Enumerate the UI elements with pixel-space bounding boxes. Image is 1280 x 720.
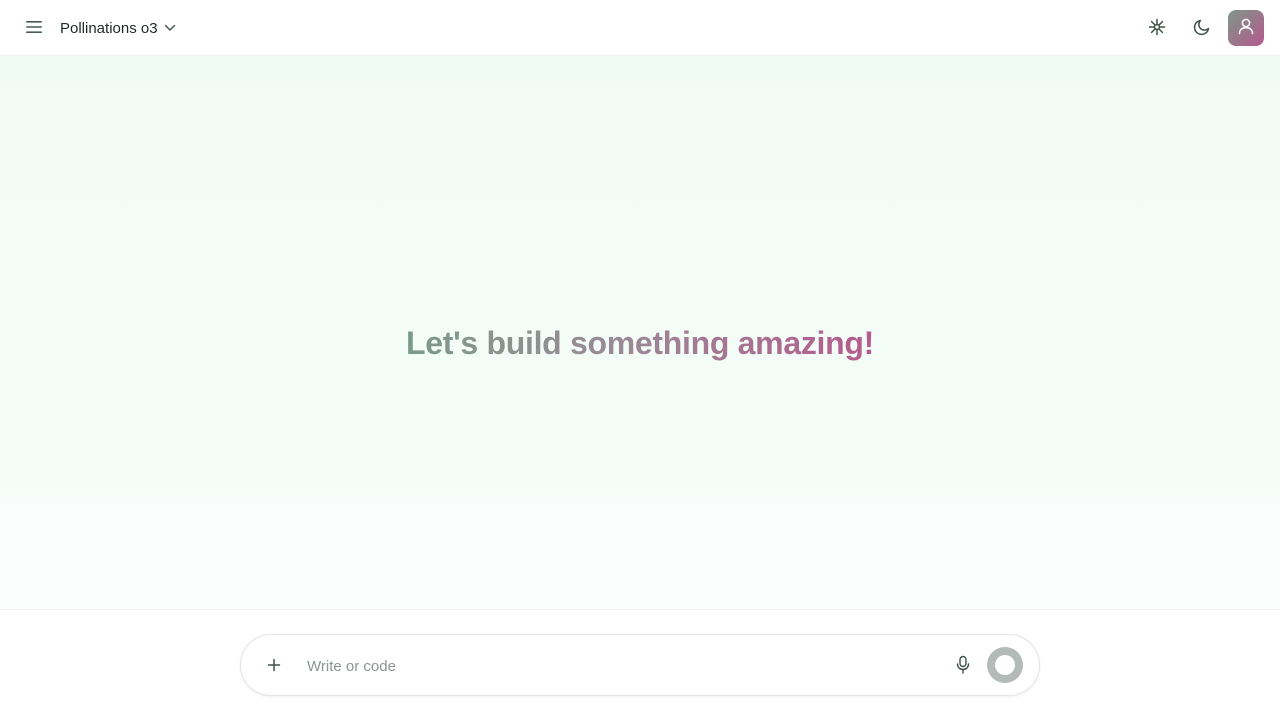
chat-area: Let's build something amazing!: [0, 56, 1280, 610]
top-bar: Pollinations o3: [0, 0, 1280, 56]
moon-icon: [1193, 18, 1211, 39]
spark-button[interactable]: [1141, 12, 1173, 44]
user-icon: [1237, 17, 1255, 40]
spark-icon: [1148, 18, 1166, 39]
attach-button[interactable]: [258, 650, 290, 682]
microphone-icon: [955, 655, 971, 678]
message-composer: [240, 634, 1040, 696]
hamburger-menu-icon: [25, 20, 43, 37]
user-avatar-button[interactable]: [1228, 10, 1264, 46]
composer-area: [0, 610, 1280, 720]
plus-icon: [267, 658, 281, 675]
welcome-headline-text: Let's build something amazing!: [406, 325, 874, 362]
chevron-down-icon: [164, 19, 176, 37]
voice-input-button[interactable]: [948, 650, 978, 682]
model-name: Pollinations o3: [60, 19, 158, 37]
message-input[interactable]: [305, 651, 945, 681]
stop-circle-icon: [995, 655, 1015, 675]
send-button[interactable]: [987, 647, 1023, 683]
theme-toggle-button[interactable]: [1186, 12, 1218, 44]
menu-button[interactable]: [18, 12, 50, 44]
model-selector[interactable]: Pollinations o3: [52, 12, 184, 44]
welcome-headline: Let's build something amazing!: [0, 325, 1280, 362]
